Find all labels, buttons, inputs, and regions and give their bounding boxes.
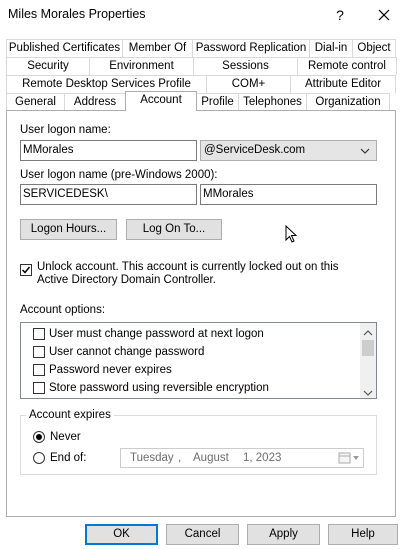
tab-dial-in[interactable]: Dial-in: [309, 39, 353, 57]
calendar-icon: [338, 452, 360, 467]
end-of-radio[interactable]: [33, 452, 45, 467]
option-checkbox[interactable]: [33, 328, 45, 340]
pre2000-label: User logon name (pre-Windows 2000):: [20, 169, 218, 181]
scroll-down-icon[interactable]: [363, 387, 373, 399]
mouse-cursor-icon: [285, 224, 298, 246]
tab-organization[interactable]: Organization: [306, 93, 390, 111]
unlock-account-text: Unlock account. This account is currentl…: [37, 261, 339, 286]
logon-to-button[interactable]: Log On To...: [126, 219, 222, 240]
option-label: User must change password at next logon: [49, 328, 264, 340]
logon-name-input[interactable]: MMorales: [20, 140, 197, 161]
tab-object[interactable]: Object: [352, 39, 396, 57]
upn-suffix-value: @ServiceDesk.com: [204, 144, 306, 156]
pre2000-domain-field: SERVICEDESK\: [20, 184, 197, 205]
date-weekday: Tuesday: [130, 452, 174, 464]
tab-general[interactable]: General: [6, 93, 65, 111]
tab-row-1: Published Certificates Member Of Passwor…: [6, 39, 396, 57]
option-checkbox[interactable]: [33, 346, 45, 358]
unlock-account-checkbox[interactable]: [20, 264, 32, 279]
date-month: August: [193, 452, 229, 464]
tab-environment[interactable]: Environment: [89, 57, 194, 75]
account-option-item[interactable]: User must change password at next logon: [33, 326, 264, 342]
account-options-label: Account options:: [20, 304, 106, 316]
help-button[interactable]: Help: [328, 524, 398, 545]
tab-profile[interactable]: Profile: [196, 93, 239, 111]
tab-password-replication[interactable]: Password Replication: [192, 39, 310, 57]
tab-published-certificates[interactable]: Published Certificates: [6, 39, 123, 57]
tab-address[interactable]: Address: [64, 93, 126, 111]
tab-sessions[interactable]: Sessions: [193, 57, 298, 75]
chevron-down-icon: [360, 145, 370, 157]
unlock-checkbox-box: [20, 264, 32, 276]
apply-button[interactable]: Apply: [247, 524, 320, 545]
title-bar: Miles Morales Properties ?: [0, 0, 403, 30]
account-option-item[interactable]: Store password using reversible encrypti…: [33, 380, 269, 396]
options-scrollbar[interactable]: [360, 323, 376, 398]
tab-com-plus[interactable]: COM+: [206, 75, 291, 93]
scroll-up-icon[interactable]: [363, 327, 373, 339]
never-radio-circle: [33, 431, 45, 443]
help-icon[interactable]: ?: [320, 0, 360, 30]
close-icon[interactable]: [364, 0, 403, 30]
tab-member-of[interactable]: Member Of: [122, 39, 193, 57]
account-expires-legend: Account expires: [26, 409, 114, 421]
logon-name-label: User logon name:: [20, 124, 111, 136]
scroll-thumb[interactable]: [362, 340, 374, 356]
tab-row-3: Remote Desktop Services Profile COM+ Att…: [6, 75, 396, 93]
option-label: Password never expires: [49, 364, 172, 376]
never-radio[interactable]: [33, 431, 45, 446]
option-label: Store password using reversible encrypti…: [49, 382, 269, 394]
tab-account[interactable]: Account: [125, 91, 197, 111]
cancel-button[interactable]: Cancel: [166, 524, 239, 545]
option-checkbox[interactable]: [33, 364, 45, 376]
tab-security[interactable]: Security: [6, 57, 90, 75]
option-checkbox[interactable]: [33, 382, 45, 394]
date-day-year: 1, 2023: [243, 452, 282, 464]
tab-row-4: General Address Account Profile Telephon…: [6, 91, 390, 111]
date-separator: ,: [178, 452, 182, 464]
option-label: User cannot change password: [49, 346, 205, 358]
account-options-list[interactable]: User must change password at next logon …: [20, 322, 377, 399]
end-of-label: End of:: [50, 452, 87, 464]
never-label: Never: [50, 431, 81, 443]
expiry-date-picker: Tuesday , August 1, 2023: [120, 448, 364, 468]
window-title: Miles Morales Properties: [8, 7, 146, 21]
tab-telephones[interactable]: Telephones: [238, 93, 307, 111]
pre2000-user-input[interactable]: MMorales: [200, 184, 377, 205]
account-option-item[interactable]: Password never expires: [33, 362, 172, 378]
account-option-item[interactable]: User cannot change password: [33, 344, 204, 360]
tab-attribute-editor[interactable]: Attribute Editor: [290, 75, 396, 93]
tab-remote-control[interactable]: Remote control: [297, 57, 397, 75]
upn-suffix-dropdown[interactable]: @ServiceDesk.com: [200, 140, 377, 161]
tab-row-2: Security Environment Sessions Remote con…: [6, 57, 397, 75]
end-of-radio-circle: [33, 452, 45, 464]
logon-hours-button[interactable]: Logon Hours...: [20, 219, 117, 240]
ok-button[interactable]: OK: [85, 524, 158, 545]
